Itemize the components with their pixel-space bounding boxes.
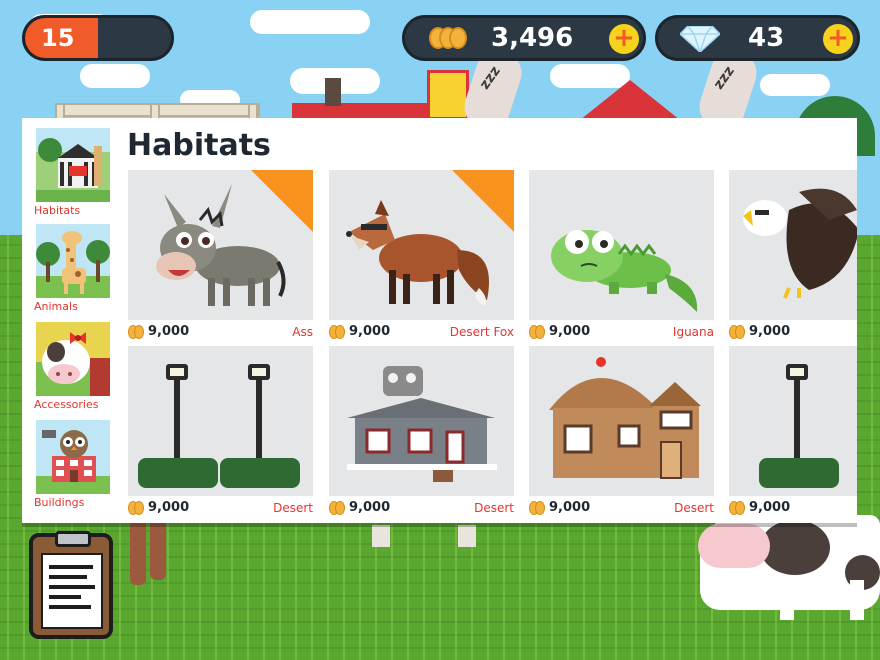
- shop-item-card[interactable]: 9,000 Ass: [128, 170, 313, 343]
- shop-item-card[interactable]: 9,000: [729, 170, 857, 343]
- zebra-habitat-icon: [36, 128, 110, 202]
- new-badge: [251, 170, 313, 232]
- coin-amount: 3,496: [491, 23, 574, 53]
- animal-leg: [372, 525, 390, 547]
- item-name: Desert: [474, 501, 514, 515]
- cow-with-bow-icon: [36, 322, 110, 396]
- shop-panel: Habitats Animals Accessories Buildings H…: [22, 118, 857, 523]
- house-roof: [580, 80, 680, 120]
- coin-stack-icon: [429, 27, 467, 49]
- gem-amount: 43: [748, 23, 785, 53]
- iguana-illustration: [529, 170, 714, 320]
- donkey-illustration: [128, 170, 313, 320]
- item-price: 9,000: [549, 324, 591, 339]
- item-price: 9,000: [148, 324, 190, 339]
- coin-icon: [128, 501, 146, 515]
- category-sidebar: Habitats Animals Accessories Buildings: [22, 118, 122, 523]
- shop-item-card[interactable]: 9,000 Desert: [529, 346, 714, 519]
- chimney: [325, 78, 341, 106]
- coin-balance: 3,496 +: [402, 15, 646, 61]
- coin-icon: [529, 325, 547, 339]
- coin-icon: [329, 325, 347, 339]
- coin-icon: [529, 501, 547, 515]
- coin-icon: [329, 501, 347, 515]
- lamp-posts-with-hedges-illustration: [128, 346, 313, 496]
- category-habitats[interactable]: Habitats: [34, 118, 114, 217]
- item-name: Desert: [674, 501, 714, 515]
- wooden-barn-illustration: [529, 346, 714, 496]
- shop-item-card[interactable]: 9,000 Desert: [128, 346, 313, 519]
- shop-item-card[interactable]: 9,000: [729, 346, 857, 519]
- coin-icon: [729, 501, 747, 515]
- clipboard-paper: [41, 553, 103, 629]
- item-price: 9,000: [148, 500, 190, 515]
- cow-leg: [780, 580, 794, 620]
- cow-snout: [698, 524, 770, 568]
- lamp-post-with-hedge-illustration: [729, 346, 857, 496]
- add-gems-button[interactable]: +: [823, 24, 853, 54]
- grey-house-illustration: [329, 346, 514, 496]
- item-price: 9,000: [749, 324, 791, 339]
- item-price: 9,000: [749, 500, 791, 515]
- coin-icon: [729, 325, 747, 339]
- add-coins-button[interactable]: +: [609, 24, 639, 54]
- cow-spot: [760, 520, 830, 575]
- level-indicator[interactable]: 15: [22, 15, 174, 61]
- cloud: [250, 10, 370, 34]
- item-name: Desert Fox: [449, 325, 514, 339]
- shop-item-card[interactable]: 9,000 Desert: [329, 346, 514, 519]
- eagle-illustration: [729, 170, 857, 320]
- diamond-icon: [680, 26, 720, 52]
- item-name: Ass: [292, 325, 313, 339]
- category-buildings[interactable]: Buildings: [34, 410, 114, 509]
- item-price: 9,000: [349, 324, 391, 339]
- shop-item-card[interactable]: 9,000 Iguana: [529, 170, 714, 343]
- animal-leg: [458, 525, 476, 547]
- yellow-house: [427, 70, 469, 120]
- giraffe-icon: [36, 224, 110, 298]
- fox-illustration: [329, 170, 514, 320]
- shop-title: Habitats: [127, 128, 271, 163]
- category-label: Buildings: [34, 496, 85, 509]
- cow-leg: [850, 580, 864, 620]
- new-badge: [452, 170, 514, 232]
- gem-balance: 43 +: [655, 15, 860, 61]
- coin-icon: [128, 325, 146, 339]
- level-number: 15: [41, 24, 75, 52]
- category-accessories[interactable]: Accessories: [34, 312, 114, 411]
- cloud: [760, 74, 830, 96]
- clipboard-clip: [55, 531, 91, 547]
- item-name: Desert: [273, 501, 313, 515]
- category-animals[interactable]: Animals: [34, 214, 114, 313]
- item-name: Iguana: [672, 325, 714, 339]
- owl-building-icon: [36, 420, 110, 494]
- cloud: [80, 64, 150, 88]
- item-price: 9,000: [549, 500, 591, 515]
- item-price: 9,000: [349, 500, 391, 515]
- clipboard-icon[interactable]: [29, 531, 113, 639]
- horse-leg: [130, 515, 146, 585]
- shop-item-card[interactable]: 9,000 Desert Fox: [329, 170, 514, 343]
